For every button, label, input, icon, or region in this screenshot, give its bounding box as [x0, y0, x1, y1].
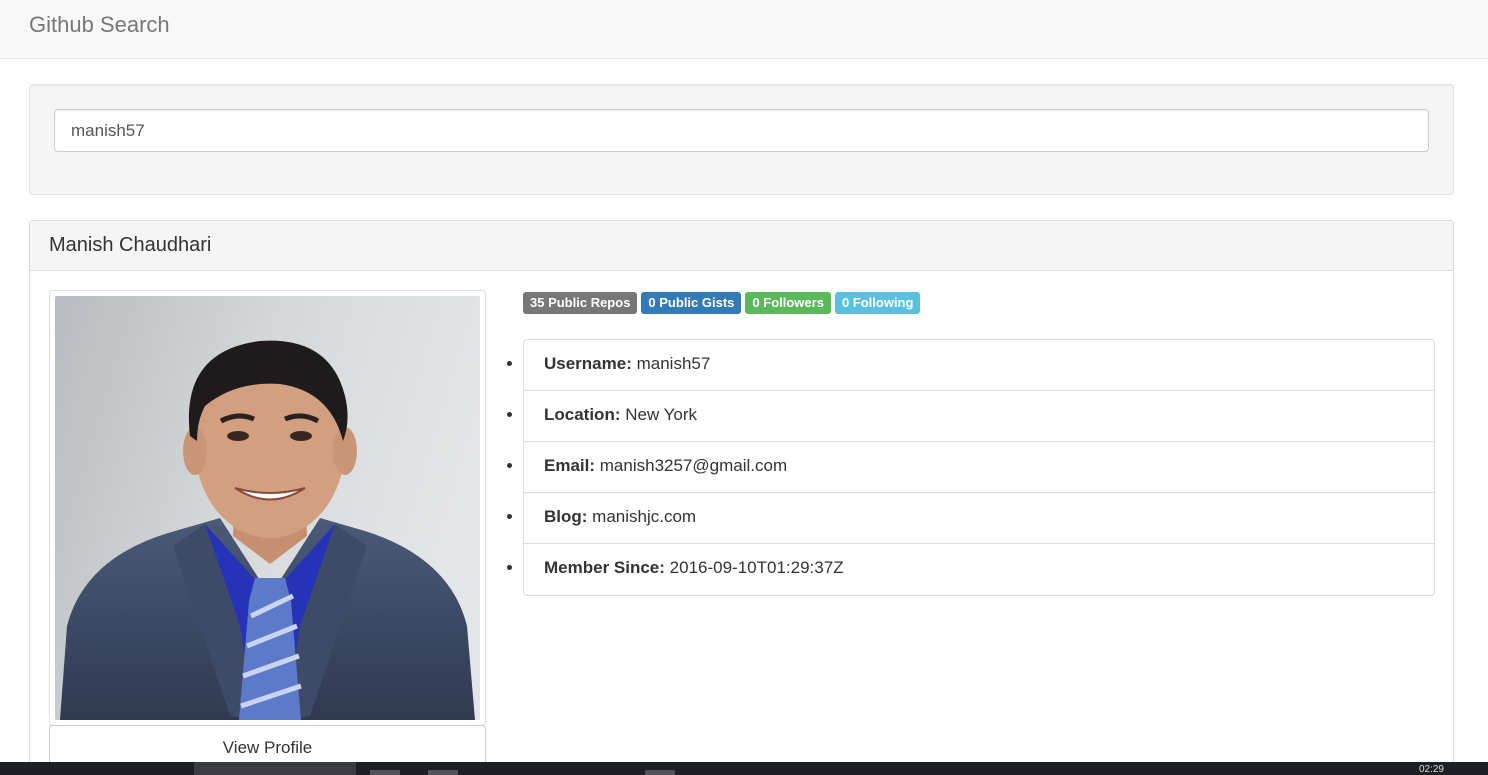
detail-blog: Blog: manishjc.com [524, 493, 1434, 544]
search-input[interactable] [54, 109, 1429, 152]
navbar: Github Search [0, 0, 1488, 59]
following-badge: 0 Following [834, 292, 921, 314]
public-gists-badge: 0 Public Gists [641, 292, 742, 314]
taskbar-app-icon[interactable] [428, 770, 458, 775]
taskbar-app-icon[interactable] [645, 770, 675, 775]
detail-label: Email: [544, 456, 596, 475]
detail-label: Member Since: [544, 558, 665, 577]
avatar-image [55, 296, 480, 720]
detail-value: manishjc.com [592, 507, 697, 526]
badge-row: 35 Public Repos 0 Public Gists 0 Followers… [523, 292, 924, 314]
detail-label: Blog: [544, 507, 588, 526]
detail-member-since: Member Since: 2016-09-10T01:29:37Z [524, 544, 1434, 595]
os-taskbar: 02:29 [0, 762, 1488, 775]
public-repos-badge: 35 Public Repos [523, 292, 638, 314]
detail-value: New York [625, 405, 698, 424]
taskbar-active-app[interactable] [194, 762, 356, 775]
detail-username: Username: manish57 [524, 340, 1434, 391]
profile-details-list: Username: manish57 Location: New York Em… [523, 339, 1435, 596]
detail-label: Username: [544, 354, 632, 373]
taskbar-clock[interactable]: 02:29 [1419, 764, 1444, 775]
followers-badge: 0 Followers [745, 292, 831, 314]
detail-location: Location: New York [524, 391, 1434, 442]
detail-email: Email: manish3257@gmail.com [524, 442, 1434, 493]
avatar-thumbnail [49, 290, 486, 726]
detail-value: manish3257@gmail.com [599, 456, 788, 475]
detail-label: Location: [544, 405, 621, 424]
panel-heading: Manish Chaudhari [30, 221, 1453, 271]
profile-name: Manish Chaudhari [49, 234, 212, 256]
brand-link[interactable]: Github Search [29, 12, 170, 38]
detail-value: manish57 [636, 354, 711, 373]
profile-panel: Manish Chaudhari View Profile 35 Public … [29, 220, 1454, 775]
taskbar-app-icon[interactable] [370, 770, 400, 775]
search-well [29, 84, 1454, 195]
detail-value: 2016-09-10T01:29:37Z [669, 558, 844, 577]
